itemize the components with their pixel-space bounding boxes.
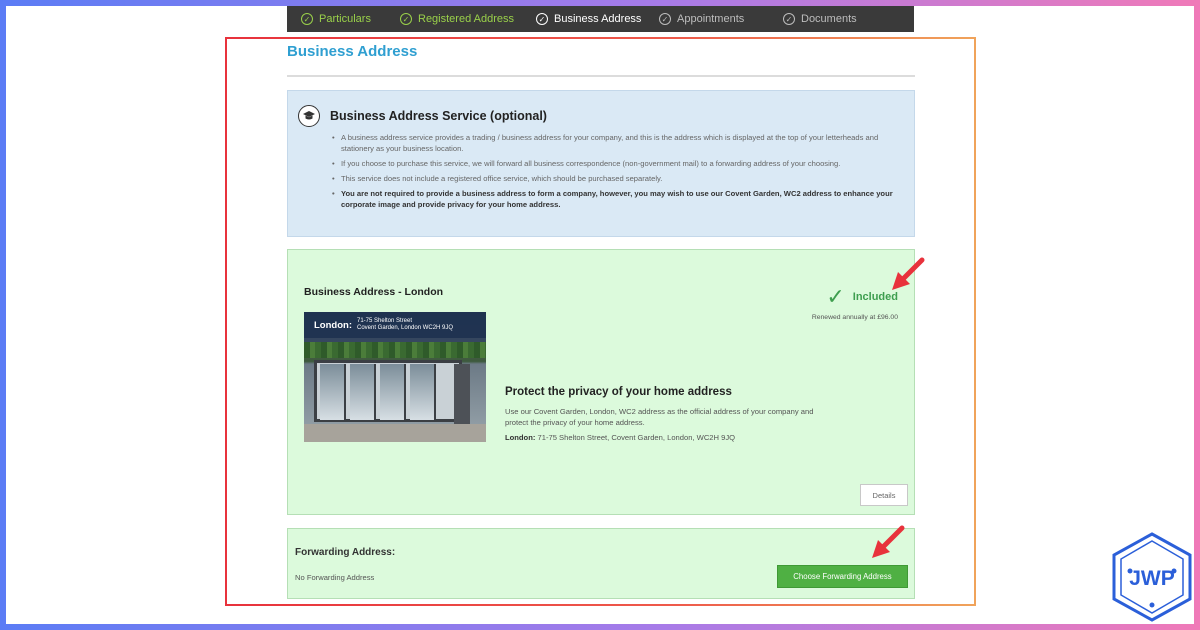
promo-address-value: 71-75 Shelton Street, Covent Garden, Lon…	[537, 433, 736, 442]
info-bullet: If you choose to purchase this service, …	[332, 158, 902, 169]
step-label: Business Address	[554, 13, 642, 25]
photo-greenery	[304, 342, 486, 358]
business-address-title: Business Address - London	[304, 286, 444, 298]
info-title: Business Address Service (optional)	[330, 109, 547, 123]
forwarding-value: No Forwarding Address	[295, 573, 375, 582]
check-circle-icon: ✓	[301, 13, 313, 25]
annotation-arrow-icon	[892, 257, 925, 290]
promo-title: Protect the privacy of your home address	[505, 386, 732, 398]
page-title: Business Address	[287, 43, 418, 60]
promo-text: Use our Covent Garden, London, WC2 addre…	[505, 407, 814, 427]
forwarding-title: Forwarding Address:	[295, 547, 396, 558]
photo-window	[380, 364, 406, 420]
step-appointments[interactable]: ✓ Appointments	[659, 6, 744, 32]
promo-address-label: London:	[505, 433, 536, 442]
photo-door	[454, 364, 470, 428]
check-circle-icon: ✓	[783, 13, 795, 25]
info-box: Business Address Service (optional) A bu…	[287, 90, 915, 237]
progress-steps: ✓ Particulars ✓ Registered Address ✓ Bus…	[287, 6, 914, 32]
step-label: Appointments	[677, 13, 745, 25]
photo-pavement	[304, 424, 486, 442]
step-particulars[interactable]: ✓ Particulars	[301, 6, 371, 32]
graduation-cap-icon	[298, 105, 320, 127]
step-label: Particulars	[319, 13, 371, 25]
business-address-card: Business Address - London ✓ Included Ren…	[287, 249, 915, 515]
choose-forwarding-address-button[interactable]: Choose Forwarding Address	[777, 565, 908, 588]
photo-city: London:	[314, 319, 352, 331]
step-business-address[interactable]: ✓ Business Address	[536, 6, 641, 32]
check-circle-icon: ✓	[400, 13, 412, 25]
forwarding-address-card: Forwarding Address: No Forwarding Addres…	[287, 528, 915, 599]
info-bullet: This service does not include a register…	[332, 173, 902, 184]
photo-address: 71-75 Shelton Street Covent Garden, Lond…	[357, 318, 453, 332]
promo-address: London: 71-75 Shelton Street, Covent Gar…	[505, 433, 735, 442]
jwp-logo: JWP	[1112, 532, 1192, 622]
office-photo: London: 71-75 Shelton Street Covent Gard…	[304, 312, 486, 442]
screenshot-canvas: ✓ Particulars ✓ Registered Address ✓ Bus…	[6, 6, 1194, 624]
divider	[287, 75, 915, 77]
step-documents[interactable]: ✓ Documents	[783, 6, 857, 32]
details-button[interactable]: Details	[860, 484, 908, 506]
annotation-arrow-icon	[872, 525, 905, 558]
check-circle-icon: ✓	[659, 13, 671, 25]
checkmark-icon: ✓	[826, 284, 845, 309]
renewal-note: Renewed annually at £96.00	[811, 314, 898, 321]
photo-banner: London: 71-75 Shelton Street Covent Gard…	[304, 312, 486, 338]
info-bullets: A business address service provides a tr…	[332, 132, 902, 214]
info-bullet: A business address service provides a tr…	[332, 132, 902, 154]
step-label: Registered Address	[418, 13, 514, 25]
photo-window	[350, 364, 376, 420]
step-registered-address[interactable]: ✓ Registered Address	[400, 6, 514, 32]
photo-address-line1: 71-75 Shelton Street	[356, 318, 413, 324]
check-circle-icon: ✓	[536, 13, 548, 25]
photo-window	[410, 364, 436, 420]
step-label: Documents	[801, 13, 857, 25]
photo-window	[320, 364, 346, 420]
photo-address-line2: Covent Garden, London WC2H 9JQ	[356, 325, 454, 331]
logo-text: JWP	[1129, 567, 1175, 590]
info-bullet: You are not required to provide a busine…	[332, 188, 902, 210]
